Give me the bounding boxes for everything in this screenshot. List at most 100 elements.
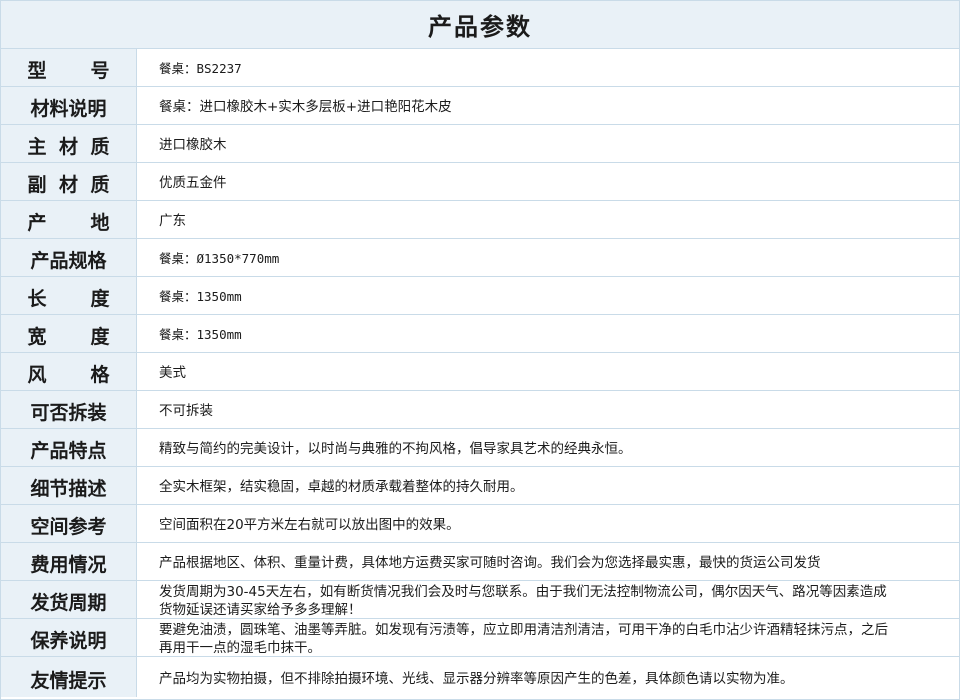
param-row: 产品特点 精致与简约的完美设计，以时尚与典雅的不拘风格，倡导家具艺术的经典永恒。 <box>1 429 959 467</box>
table-title: 产品参数 <box>428 13 532 41</box>
param-value: 不可拆装 <box>137 391 959 428</box>
param-label-char: 材 <box>58 136 78 158</box>
param-label: 风格 <box>1 353 137 390</box>
param-label-char: 格 <box>90 364 110 386</box>
param-row: 主材质 进口橡胶木 <box>1 125 959 163</box>
param-label: 产品规格 <box>1 239 137 276</box>
param-label: 材料说明 <box>1 87 137 124</box>
param-label-text: 费用情况 <box>30 554 107 576</box>
param-value-text: 餐桌：进口橡胶木+实木多层板+进口艳阳花木皮 <box>159 99 452 115</box>
param-value: 优质五金件 <box>137 163 959 200</box>
param-value-text: 餐桌：1350mm <box>159 289 242 304</box>
param-label-text: 细节描述 <box>30 478 107 500</box>
param-label: 空间参考 <box>1 505 137 542</box>
param-label-spread: 宽度 <box>28 322 110 349</box>
param-value: 餐桌：Ø1350*770mm <box>137 239 959 276</box>
product-params-table: 产品参数 型号餐桌：BS2237 材料说明 餐桌：进口橡胶木+实木多层板+进口艳阳花… <box>0 0 960 700</box>
param-label: 主材质 <box>1 125 137 162</box>
param-label: 型号 <box>1 49 137 86</box>
param-label-spread: 长度 <box>28 284 110 311</box>
param-row: 产地广东 <box>1 201 959 239</box>
param-label-char: 号 <box>90 60 110 82</box>
param-label-text: 保养说明 <box>30 630 107 652</box>
param-label-text: 产品规格 <box>30 250 107 272</box>
param-value-text: 发货周期为30-45天左右，如有断货情况我们会及时与您联系。由于我们无法控制物流… <box>159 584 887 618</box>
param-label: 宽度 <box>1 315 137 352</box>
param-value: 产品均为实物拍摄，但不排除拍摄环境、光线、显示器分辨率等原因产生的色差，具体颜色… <box>137 657 959 697</box>
param-label-char: 主 <box>27 136 47 158</box>
param-label-char: 质 <box>90 174 110 196</box>
table-header: 产品参数 <box>1 1 959 49</box>
param-value-text: 产品根据地区、体积、重量计费，具体地方运费买家可随时咨询。我们会为您选择最实惠，… <box>159 555 821 571</box>
param-value-text: 精致与简约的完美设计，以时尚与典雅的不拘风格，倡导家具艺术的经典永恒。 <box>159 441 632 457</box>
param-rows: 型号餐桌：BS2237 材料说明 餐桌：进口橡胶木+实木多层板+进口艳阳花木皮主材质… <box>1 49 959 697</box>
param-label-char: 副 <box>27 174 47 196</box>
param-row: 材料说明 餐桌：进口橡胶木+实木多层板+进口艳阳花木皮 <box>1 87 959 125</box>
param-row: 发货周期 发货周期为30-45天左右，如有断货情况我们会及时与您联系。由于我们无法… <box>1 581 959 619</box>
param-label-char: 度 <box>90 288 110 310</box>
param-label-char: 风 <box>27 364 47 386</box>
param-label-text: 可否拆装 <box>30 402 107 424</box>
param-value: 精致与简约的完美设计，以时尚与典雅的不拘风格，倡导家具艺术的经典永恒。 <box>137 429 959 466</box>
param-value-text: 不可拆装 <box>159 403 213 419</box>
param-row: 产品规格 餐桌：Ø1350*770mm <box>1 239 959 277</box>
param-label: 长度 <box>1 277 137 314</box>
param-value-text: 餐桌：1350mm <box>159 327 242 342</box>
param-value-text: 餐桌：BS2237 <box>159 61 242 76</box>
param-label-char: 长 <box>27 288 47 310</box>
param-label: 产地 <box>1 201 137 238</box>
param-label: 细节描述 <box>1 467 137 504</box>
param-label-char: 地 <box>90 212 110 234</box>
param-value-text: 进口橡胶木 <box>159 137 227 153</box>
param-label-spread: 副材质 <box>28 170 110 197</box>
param-row: 型号餐桌：BS2237 <box>1 49 959 87</box>
param-label-text: 空间参考 <box>30 516 107 538</box>
param-value-text: 优质五金件 <box>159 175 227 191</box>
param-label-char: 产 <box>27 212 47 234</box>
param-label: 产品特点 <box>1 429 137 466</box>
param-label-text: 材料说明 <box>30 98 107 120</box>
param-label: 发货周期 <box>1 581 137 618</box>
param-value: 餐桌：1350mm <box>137 315 959 352</box>
param-value-text: 餐桌：Ø1350*770mm <box>159 251 280 266</box>
param-row: 细节描述 全实木框架，结实稳固，卓越的材质承载着整体的持久耐用。 <box>1 467 959 505</box>
param-row: 宽度餐桌：1350mm <box>1 315 959 353</box>
param-label-char: 质 <box>90 136 110 158</box>
param-label: 保养说明 <box>1 619 137 656</box>
param-label-spread: 风格 <box>28 360 110 387</box>
param-value-text: 产品均为实物拍摄，但不排除拍摄环境、光线、显示器分辨率等原因产生的色差，具体颜色… <box>159 670 794 687</box>
param-label-text: 发货周期 <box>30 592 107 614</box>
param-value: 发货周期为30-45天左右，如有断货情况我们会及时与您联系。由于我们无法控制物流… <box>137 581 959 618</box>
param-row: 可否拆装 不可拆装 <box>1 391 959 429</box>
param-value: 餐桌：BS2237 <box>137 49 959 86</box>
param-label-char: 宽 <box>27 326 47 348</box>
param-value: 要避免油渍，圆珠笔、油墨等弄脏。如发现有污渍等，应立即用清洁剂清洁，可用干净的白… <box>137 619 959 656</box>
param-row: 长度餐桌：1350mm <box>1 277 959 315</box>
param-value-text: 美式 <box>159 365 186 381</box>
param-label-text: 产品特点 <box>30 440 107 462</box>
param-row: 空间参考 空间面积在20平方米左右就可以放出图中的效果。 <box>1 505 959 543</box>
param-row: 风格美式 <box>1 353 959 391</box>
param-value-text: 空间面积在20平方米左右就可以放出图中的效果。 <box>159 517 460 533</box>
param-label: 友情提示 <box>1 657 137 697</box>
param-label: 副材质 <box>1 163 137 200</box>
param-value: 空间面积在20平方米左右就可以放出图中的效果。 <box>137 505 959 542</box>
param-label-char: 型 <box>27 60 47 82</box>
param-value: 广东 <box>137 201 959 238</box>
param-label-char: 材 <box>58 174 78 196</box>
param-value: 进口橡胶木 <box>137 125 959 162</box>
param-label-char: 度 <box>90 326 110 348</box>
param-value: 餐桌：1350mm <box>137 277 959 314</box>
param-row: 保养说明 要避免油渍，圆珠笔、油墨等弄脏。如发现有污渍等，应立即用清洁剂清洁，可用… <box>1 619 959 657</box>
param-row: 副材质 优质五金件 <box>1 163 959 201</box>
param-label: 可否拆装 <box>1 391 137 428</box>
param-value-text: 全实木框架，结实稳固，卓越的材质承载着整体的持久耐用。 <box>159 479 524 495</box>
param-label-spread: 型号 <box>28 56 110 83</box>
param-label-spread: 产地 <box>28 208 110 235</box>
param-value: 餐桌：进口橡胶木+实木多层板+进口艳阳花木皮 <box>137 87 959 124</box>
param-label: 费用情况 <box>1 543 137 580</box>
param-value-text: 要避免油渍，圆珠笔、油墨等弄脏。如发现有污渍等，应立即用清洁剂清洁，可用干净的白… <box>159 622 888 656</box>
param-value: 全实木框架，结实稳固，卓越的材质承载着整体的持久耐用。 <box>137 467 959 504</box>
param-row: 友情提示 产品均为实物拍摄，但不排除拍摄环境、光线、显示器分辨率等原因产生的色差，… <box>1 657 959 697</box>
param-value: 美式 <box>137 353 959 390</box>
